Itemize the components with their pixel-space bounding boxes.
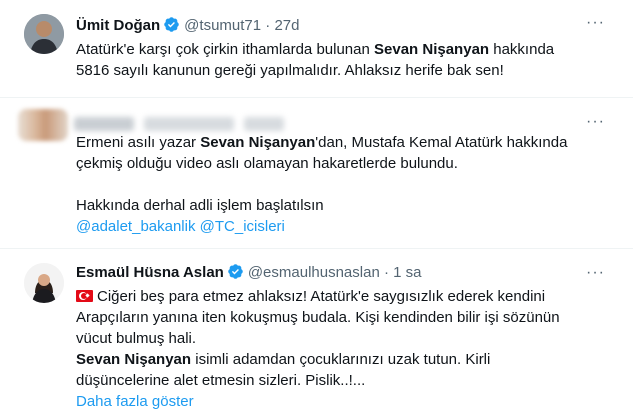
avatar[interactable]	[24, 14, 64, 54]
text-bold: Sevan Nişanyan	[374, 41, 490, 58]
show-more-link[interactable]: Daha fazla göster	[76, 393, 194, 410]
separator-dot: ·	[261, 17, 275, 34]
avatar-image	[24, 14, 64, 54]
text-part: hakkında	[489, 41, 555, 58]
tweet-anonymous[interactable]: ··· Ermeni asılı yazar Sevan Nişanyan'da…	[0, 99, 633, 249]
text-part: Arapçıların yanına iten kokuşmuş budala.…	[76, 309, 560, 326]
tweet-header: Ümit Doğan @tsumut71 · 27d	[76, 16, 299, 36]
text-part: 'dan, Mustafa Kemal Atatürk hakkında	[315, 134, 568, 151]
text-part: düşüncelerine alet etmesin sizleri. Pisl…	[76, 372, 366, 389]
avatar-image	[24, 263, 64, 303]
verified-badge-icon	[228, 264, 243, 279]
text-bold: Sevan Nişanyan	[76, 351, 192, 368]
author-handle[interactable]: @esmaulhusnaslan	[248, 264, 380, 281]
text-part: isimli adamdan çocuklarınızı uzak tutun.…	[191, 351, 491, 368]
author-name[interactable]: Ümit Doğan	[76, 17, 160, 34]
tweet-header: Esmaül Hüsna Aslan @esmaulhusnaslan · 1 s…	[76, 263, 422, 283]
verified-badge-icon	[164, 17, 179, 32]
more-options-icon[interactable]: ···	[586, 113, 605, 131]
tweet-text: Atatürk'e karşı çok çirkin ithamlarda bu…	[76, 39, 606, 81]
text-part: Ciğeri beş para etmez ahlaksız! Atatürk'…	[97, 288, 546, 305]
mentions-link[interactable]: @adalet_bakanlik @TC_icisleri	[76, 218, 285, 235]
text-part: Hakkında derhal adli işlem başlatılsın	[76, 197, 324, 214]
separator-dot: ·	[379, 264, 394, 281]
author-handle[interactable]: @tsumut71	[184, 17, 261, 34]
avatar[interactable]	[24, 263, 64, 303]
author-name[interactable]: Esmaül Hüsna Aslan	[76, 264, 224, 281]
turkey-flag-icon	[76, 290, 93, 302]
tweet-umit-dogan[interactable]: Ümit Doğan @tsumut71 · 27d ··· Atatürk'e …	[0, 0, 633, 98]
text-bold: Sevan Nişanyan	[200, 134, 316, 151]
text-part: Ermeni asılı yazar	[76, 134, 201, 151]
tweet-esmaul-husna-aslan[interactable]: Esmaül Hüsna Aslan @esmaulhusnaslan · 1 s…	[0, 250, 633, 420]
timestamp[interactable]: 1 sa	[393, 264, 421, 281]
text-part: 5816 sayılı kanunun gereği yapılmalıdır.…	[76, 62, 504, 79]
timestamp[interactable]: 27d	[274, 17, 299, 34]
tweet-text: Ciğeri beş para etmez ahlaksız! Atatürk'…	[76, 286, 606, 412]
text-part: çekmiş olduğu video aslı olamayan hakare…	[76, 155, 458, 172]
text-part: vücut bulmuş hali.	[76, 330, 197, 347]
more-options-icon[interactable]: ···	[586, 14, 605, 32]
more-options-icon[interactable]: ···	[586, 264, 605, 282]
tweet-text: Ermeni asılı yazar Sevan Nişanyan'dan, M…	[76, 132, 606, 237]
text-part: Atatürk'e karşı çok çirkin ithamlarda bu…	[76, 41, 375, 58]
blurred-avatar	[18, 109, 68, 141]
